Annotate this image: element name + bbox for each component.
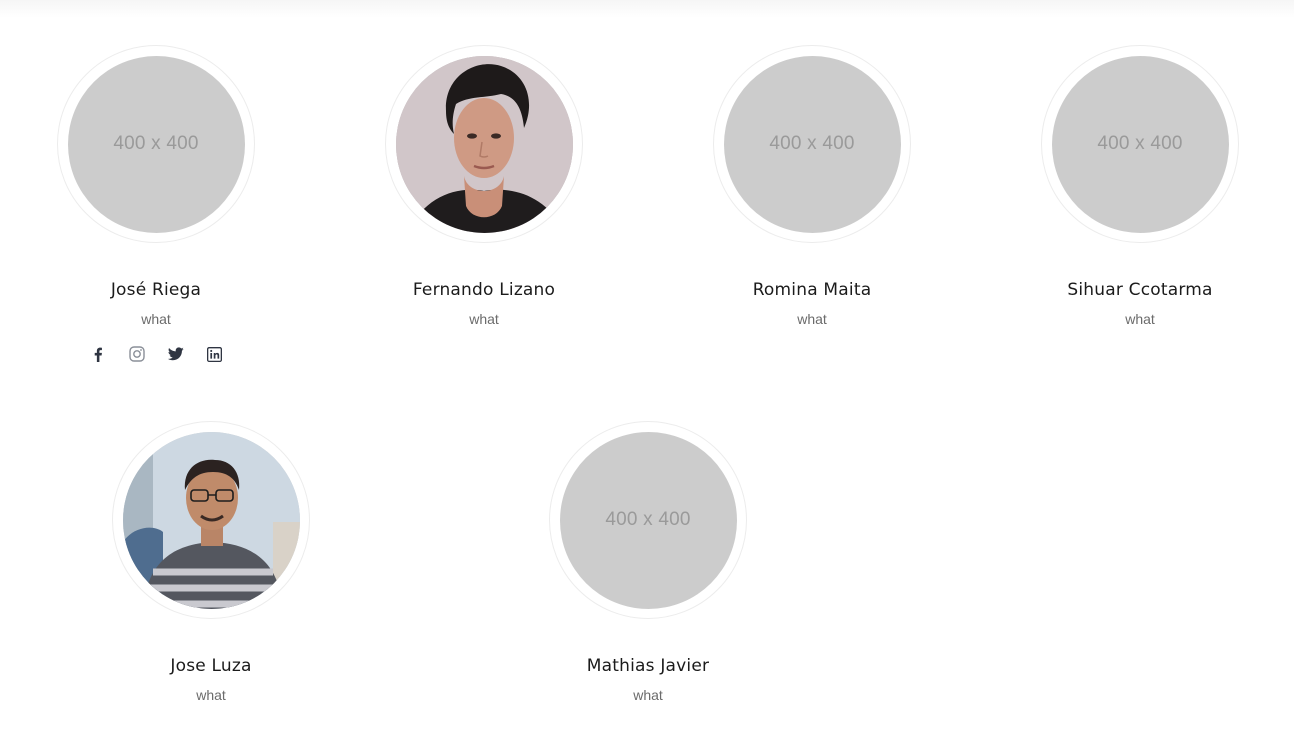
avatar-placeholder: 400 x 400 bbox=[723, 55, 901, 233]
member-role: what bbox=[196, 687, 226, 703]
member-name: Jose Luza bbox=[170, 656, 252, 676]
team-member-jose-luza: Jose Luza what bbox=[81, 421, 341, 703]
member-role: what bbox=[141, 311, 171, 327]
team-member-mathias-javier: 400 x 400 Mathias Javier what bbox=[518, 421, 778, 703]
placeholder-label: 400 x 400 bbox=[605, 509, 691, 530]
avatar-ring: 400 x 400 bbox=[57, 45, 255, 243]
member-name: José Riega bbox=[110, 280, 202, 300]
avatar-placeholder: 400 x 400 bbox=[559, 431, 737, 609]
placeholder-label: 400 x 400 bbox=[113, 133, 199, 154]
top-shade bbox=[0, 0, 1294, 18]
member-name: Mathias Javier bbox=[586, 656, 710, 676]
avatar-ring bbox=[112, 421, 310, 619]
member-role: what bbox=[1125, 311, 1155, 327]
avatar-ring: 400 x 400 bbox=[549, 421, 747, 619]
twitter-icon[interactable] bbox=[167, 346, 184, 362]
member-name: Sihuar Ccotarma bbox=[1067, 280, 1213, 300]
member-role: what bbox=[797, 311, 827, 327]
avatar-ring: 400 x 400 bbox=[713, 45, 911, 243]
member-name: Romina Maita bbox=[752, 280, 872, 300]
team-member-romina-maita: 400 x 400 Romina Maita what bbox=[682, 45, 942, 327]
team-member-sihuar-ccotarma: 400 x 400 Sihuar Ccotarma what bbox=[1010, 45, 1270, 327]
team-member-fernando-lizano: Fernando Lizano what bbox=[354, 45, 614, 327]
avatar-photo bbox=[122, 431, 300, 609]
social-links bbox=[90, 346, 223, 362]
member-role: what bbox=[469, 311, 499, 327]
team-member-jose-riega: 400 x 400 José Riega what bbox=[26, 45, 286, 362]
avatar-ring bbox=[385, 45, 583, 243]
placeholder-label: 400 x 400 bbox=[1097, 133, 1183, 154]
facebook-icon[interactable] bbox=[90, 346, 106, 362]
avatar-placeholder: 400 x 400 bbox=[1051, 55, 1229, 233]
avatar-photo bbox=[395, 55, 573, 233]
avatar-placeholder: 400 x 400 bbox=[67, 55, 245, 233]
placeholder-label: 400 x 400 bbox=[769, 133, 855, 154]
member-name: Fernando Lizano bbox=[412, 280, 556, 300]
avatar-ring: 400 x 400 bbox=[1041, 45, 1239, 243]
linkedin-icon[interactable] bbox=[207, 346, 223, 362]
instagram-icon[interactable] bbox=[128, 346, 145, 362]
member-role: what bbox=[633, 687, 663, 703]
